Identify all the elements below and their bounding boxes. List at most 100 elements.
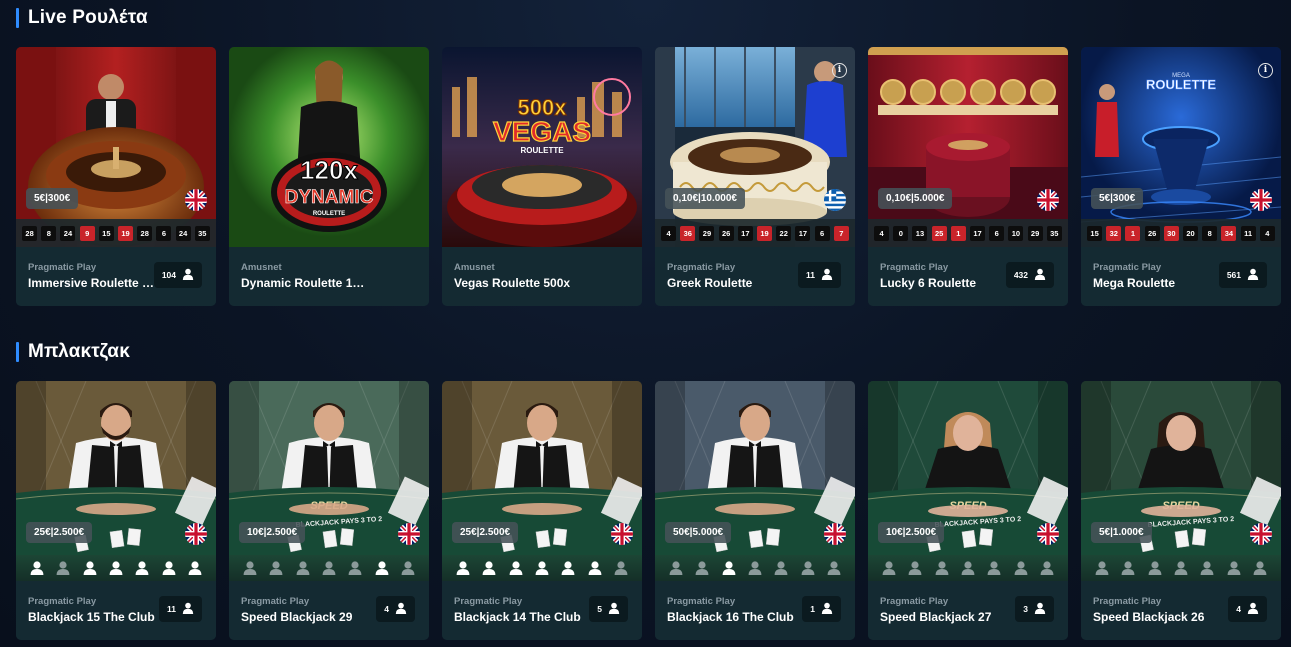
game-card-lucky-6-roulette[interactable]: 0,10€|5.000€ 4 0 13 25 1 17 6 10 29 35 Pragmatic … <box>868 47 1068 306</box>
provider-label: Amusnet <box>241 262 282 273</box>
seat-empty-icon <box>986 560 1002 576</box>
game-card-vegas-roulette-500x[interactable]: 500x VEGAS ROULETTE Amusnet Vegas Roulet… <box>442 47 642 306</box>
seat-occupied-icon <box>374 560 390 576</box>
provider-label: Pragmatic Play <box>880 596 949 607</box>
result-number: 26 <box>718 225 734 241</box>
provider-label: Amusnet <box>454 262 495 273</box>
player-count: 5 <box>597 604 602 614</box>
result-number: 7 <box>833 225 849 241</box>
seat-indicators <box>229 555 429 581</box>
result-number: 29 <box>699 225 715 241</box>
user-icon <box>182 268 194 282</box>
provider-label: Pragmatic Play <box>667 262 736 273</box>
result-number: 10 <box>1008 225 1024 241</box>
seat-empty-icon <box>800 560 816 576</box>
user-icon <box>821 602 833 616</box>
game-card-blackjack-16-the-club[interactable]: 50€|5.000€ Pragmatic Play Blackjack 16 T… <box>655 381 855 640</box>
game-card-speed-blackjack-26[interactable]: SPEED BLACKJACK PAYS 3 TO 2 5€|1.000€ Pr… <box>1081 381 1281 640</box>
game-info: Amusnet Dynamic Roulette 120x <box>229 247 429 306</box>
game-card-speed-blackjack-27[interactable]: SPEED BLACKJACK PAYS 3 TO 2 10€|2.500€ P… <box>868 381 1068 640</box>
game-info: Pragmatic Play Greek Roulette 11 <box>655 247 855 306</box>
game-card-blackjack-15-the-club[interactable]: 25€|2.500€ Pragmatic Play Blackjack 15 T… <box>16 381 216 640</box>
seat-empty-icon <box>960 560 976 576</box>
bet-limit-badge: 0,10€|5.000€ <box>878 188 953 209</box>
result-number: 6 <box>814 225 830 241</box>
result-number: 34 <box>1221 225 1237 241</box>
svg-text:VEGAS: VEGAS <box>493 116 591 147</box>
result-number: 6 <box>989 225 1005 241</box>
game-card-speed-blackjack-29[interactable]: SPEED BLACKJACK PAYS 3 TO 2 10€|2.500€ P… <box>229 381 429 640</box>
game-card-dynamic-roulette-120x[interactable]: 120x DYNAMIC ROULETTE Amusnet Dynamic Ro… <box>229 47 429 306</box>
seat-occupied-icon <box>587 560 603 576</box>
game-card-greek-roulette[interactable]: i 0,10€|10.000€ 4 36 29 26 17 19 22 17 6 7 Pragmat… <box>655 47 855 306</box>
section-title-blackjack: Μπλακτζακ <box>16 341 130 363</box>
seat-empty-icon <box>1199 560 1215 576</box>
seat-empty-icon <box>694 560 710 576</box>
game-card-mega-roulette[interactable]: MEGA ROULETTE i 5€|300€ 15 32 1 26 30 20 8 34 11 4… <box>1081 47 1281 306</box>
seat-empty-icon <box>1094 560 1110 576</box>
game-info: Pragmatic Play Blackjack 15 The Club 11 <box>16 581 216 640</box>
section-title-text: Live Ρουλέτα <box>28 7 148 28</box>
recent-results: 28 8 24 9 15 19 28 6 24 35 <box>16 219 216 247</box>
roulette-row: 5€|300€ 28 8 24 9 15 19 28 6 24 35 Pragmatic Play… <box>16 47 1281 306</box>
result-number: 22 <box>776 225 792 241</box>
svg-text:ROULETTE: ROULETTE <box>313 211 345 217</box>
game-name: Speed Blackjack 27 <box>880 610 992 624</box>
uk-flag-icon <box>1250 189 1272 211</box>
info-icon[interactable]: i <box>832 63 847 78</box>
player-count: 11 <box>806 270 815 280</box>
result-number: 36 <box>680 225 696 241</box>
seat-empty-icon <box>668 560 684 576</box>
player-count: 432 <box>1013 270 1028 280</box>
seat-empty-icon <box>826 560 842 576</box>
bet-limit-badge: 25€|2.500€ <box>452 522 519 543</box>
recent-results: 4 36 29 26 17 19 22 17 6 7 <box>655 219 855 247</box>
svg-text:DYNAMIC: DYNAMIC <box>285 187 374 208</box>
player-count-badge: 1 <box>802 596 841 622</box>
game-info: Pragmatic Play Blackjack 16 The Club 1 <box>655 581 855 640</box>
user-icon <box>395 602 407 616</box>
result-number: 11 <box>1240 225 1256 241</box>
result-number: 24 <box>60 225 76 241</box>
game-info: Pragmatic Play Speed Blackjack 27 3 <box>868 581 1068 640</box>
game-info: Pragmatic Play Speed Blackjack 29 4 <box>229 581 429 640</box>
seat-empty-icon <box>242 560 258 576</box>
svg-text:120x: 120x <box>300 155 358 185</box>
game-card-blackjack-14-the-club[interactable]: 25€|2.500€ Pragmatic Play Blackjack 14 T… <box>442 381 642 640</box>
seat-occupied-icon <box>161 560 177 576</box>
result-number: 15 <box>98 225 114 241</box>
seat-empty-icon <box>773 560 789 576</box>
result-number: 6 <box>156 225 172 241</box>
game-thumbnail: 500x VEGAS ROULETTE <box>442 47 642 247</box>
player-count-badge: 11 <box>159 596 202 622</box>
game-thumbnail <box>868 47 1068 247</box>
result-number: 17 <box>795 225 811 241</box>
uk-flag-icon <box>1037 189 1059 211</box>
seat-indicators <box>16 555 216 581</box>
bet-limit-badge: 5€|300€ <box>1091 188 1144 209</box>
game-thumbnail <box>16 47 216 247</box>
uk-flag-icon <box>185 523 207 545</box>
seat-empty-icon <box>55 560 71 576</box>
game-info: Pragmatic Play Lucky 6 Roulette 432 <box>868 247 1068 306</box>
section-title-text: Μπλακτζακ <box>28 341 130 362</box>
game-thumbnail: 120x DYNAMIC ROULETTE <box>229 47 429 247</box>
result-number: 20 <box>1183 225 1199 241</box>
player-count-badge: 432 <box>1005 262 1054 288</box>
provider-label: Pragmatic Play <box>28 596 97 607</box>
seat-empty-icon <box>1039 560 1055 576</box>
player-count: 104 <box>161 270 176 280</box>
bet-limit-badge: 10€|2.500€ <box>239 522 306 543</box>
result-number: 0 <box>893 225 909 241</box>
seat-empty-icon <box>613 560 629 576</box>
result-number: 1 <box>950 225 966 241</box>
title-accent-bar <box>16 8 19 28</box>
seat-empty-icon <box>934 560 950 576</box>
info-icon[interactable]: i <box>1258 63 1273 78</box>
blackjack-row: 25€|2.500€ Pragmatic Play Blackjack 15 T… <box>16 381 1281 640</box>
provider-label: Pragmatic Play <box>454 596 523 607</box>
game-card-immersive-roulette-d[interactable]: 5€|300€ 28 8 24 9 15 19 28 6 24 35 Pragmatic Play… <box>16 47 216 306</box>
seat-indicators <box>868 555 1068 581</box>
bet-limit-badge: 10€|2.500€ <box>878 522 945 543</box>
game-name: Vegas Roulette 500x <box>454 276 571 290</box>
